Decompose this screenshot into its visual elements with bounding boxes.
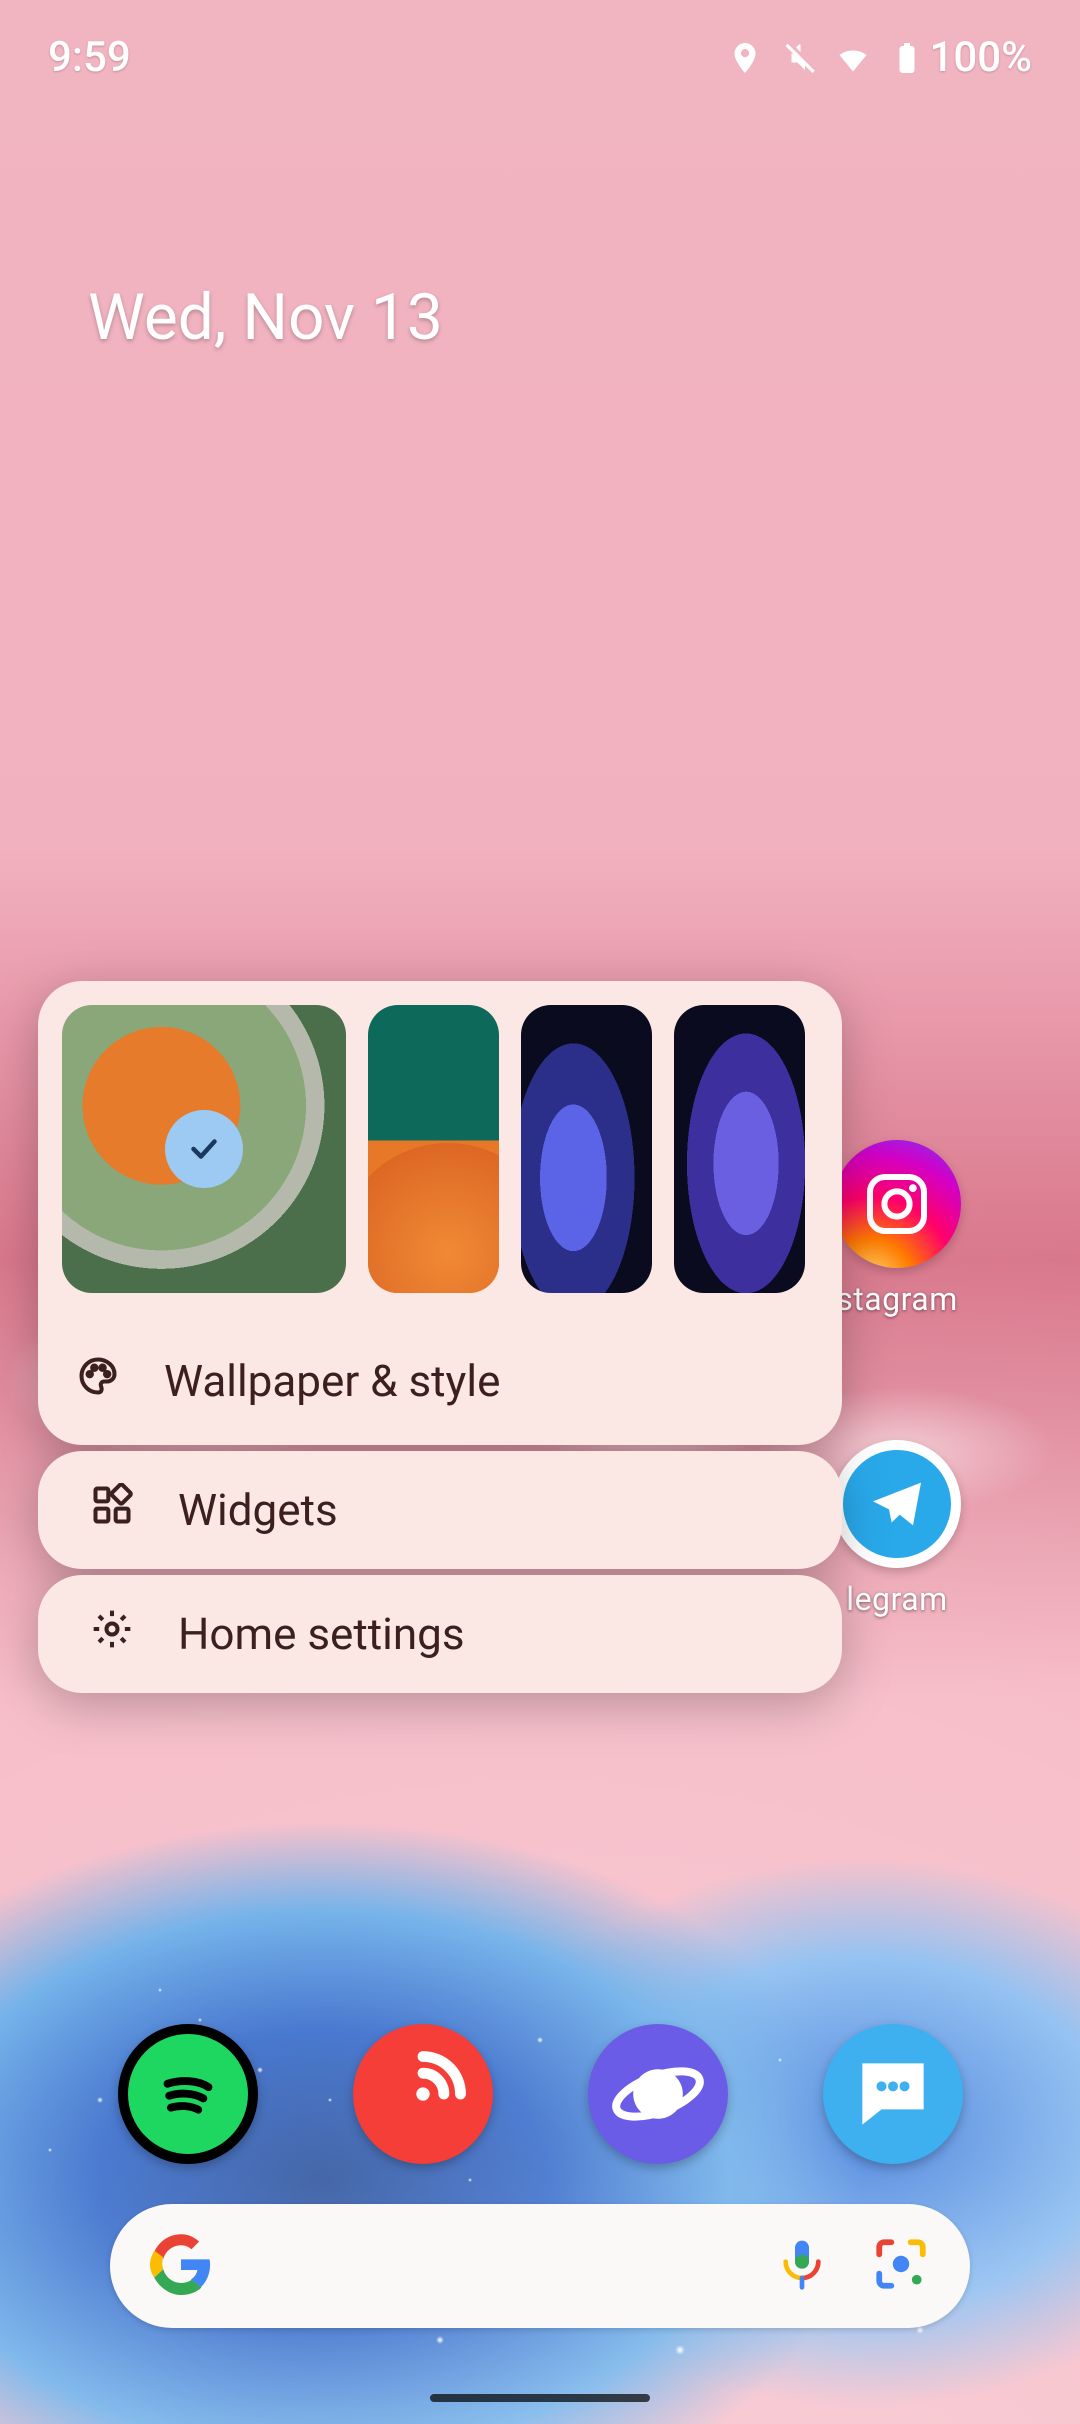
chat-icon xyxy=(847,2048,939,2140)
search-bar[interactable] xyxy=(110,2204,970,2328)
battery-percent: 100% xyxy=(929,33,1032,82)
check-icon xyxy=(165,1110,243,1188)
widgets-icon xyxy=(90,1483,134,1538)
wallpaper-thumb-0[interactable] xyxy=(62,1005,346,1293)
status-time: 9:59 xyxy=(48,33,131,82)
gear-icon xyxy=(90,1607,134,1662)
lens-icon[interactable] xyxy=(872,2235,930,2297)
dock-app-pocket-casts[interactable] xyxy=(353,2024,493,2164)
dock xyxy=(0,2024,1080,2164)
wifi-icon xyxy=(835,40,871,76)
dock-app-samsung-internet[interactable] xyxy=(588,2024,728,2164)
status-bar: 9:59 100% xyxy=(0,0,1080,115)
google-logo-icon xyxy=(150,2233,212,2299)
home-context-menu: Wallpaper & style Widgets Home settings xyxy=(38,981,842,1693)
battery-status: 100% xyxy=(889,33,1032,82)
date-widget[interactable]: Wed, Nov 13 xyxy=(88,280,443,355)
app-instagram-label: stagram xyxy=(833,1280,961,1318)
wallpaper-thumb-2[interactable] xyxy=(521,1005,652,1293)
menu-widgets-label: Widgets xyxy=(178,1484,338,1536)
battery-full-icon xyxy=(889,40,925,76)
instagram-icon xyxy=(861,1168,933,1240)
dock-app-spotify[interactable] xyxy=(118,2024,258,2164)
location-icon xyxy=(727,40,763,76)
pocket-casts-icon xyxy=(373,2044,473,2144)
palette-icon xyxy=(76,1354,120,1409)
app-instagram[interactable]: stagram xyxy=(833,1140,961,1318)
voice-search-icon[interactable] xyxy=(774,2236,830,2296)
date-text: Wed, Nov 13 xyxy=(88,280,443,355)
menu-wallpaper-style-label: Wallpaper & style xyxy=(164,1355,500,1407)
spotify-icon xyxy=(147,2053,229,2135)
planet-icon xyxy=(610,2046,706,2142)
menu-home-settings-label: Home settings xyxy=(178,1608,465,1660)
gesture-nav-bar[interactable] xyxy=(430,2394,650,2402)
wallpaper-thumb-3[interactable] xyxy=(674,1005,805,1293)
menu-wallpaper-style[interactable]: Wallpaper & style xyxy=(62,1317,818,1445)
wallpaper-thumb-1[interactable] xyxy=(368,1005,499,1293)
status-icons: 100% xyxy=(727,33,1032,82)
mute-icon xyxy=(781,40,817,76)
menu-home-settings[interactable]: Home settings xyxy=(38,1575,842,1693)
telegram-icon xyxy=(865,1472,929,1536)
wallpaper-thumbnails xyxy=(62,1005,818,1293)
app-telegram[interactable]: legram xyxy=(833,1440,961,1618)
dock-app-messages[interactable] xyxy=(823,2024,963,2164)
menu-widgets[interactable]: Widgets xyxy=(38,1451,842,1569)
app-telegram-label: legram xyxy=(833,1580,961,1618)
